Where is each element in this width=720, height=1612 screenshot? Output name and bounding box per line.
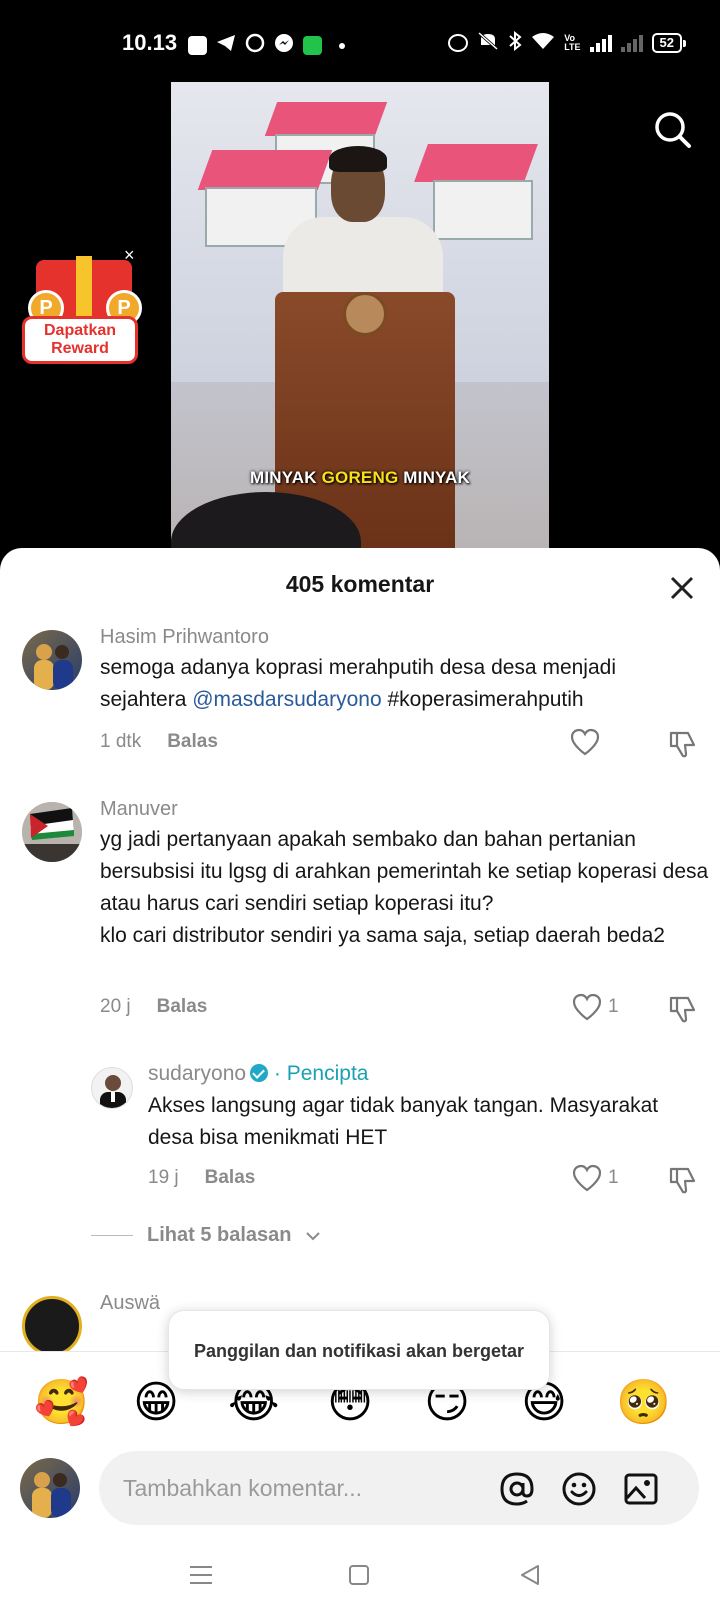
dislike-icon[interactable]	[668, 729, 698, 764]
comments-title: 405 komentar	[285, 571, 435, 597]
heart-icon	[572, 1164, 602, 1192]
comment-text: semoga adanya koprasi merahputih desa de…	[100, 656, 616, 711]
comment-username[interactable]: sudaryono · Pencipta	[148, 1062, 368, 1086]
comment-username[interactable]: Manuver	[100, 798, 178, 821]
reward-close-icon[interactable]: ×	[124, 246, 142, 264]
comment-time: 19 j	[148, 1167, 179, 1188]
wifi-icon	[531, 32, 555, 53]
comment-meta: 1 dtk Balas	[100, 731, 218, 753]
podium-emblem	[343, 292, 387, 336]
comment-input[interactable]	[123, 1451, 483, 1525]
whatsapp-business-icon	[245, 33, 265, 58]
mention-icon[interactable]	[499, 1471, 535, 1507]
reply-button[interactable]: Balas	[157, 996, 208, 1017]
image-attach-icon[interactable]	[623, 1471, 659, 1507]
bluetooth-icon	[508, 30, 522, 54]
comment-text: yg jadi pertanyaan apakah sembako dan ba…	[100, 828, 709, 947]
emoji-smiling-hearts[interactable]: 🥰	[34, 1378, 89, 1428]
close-icon[interactable]	[668, 574, 696, 602]
notification-icons	[188, 33, 345, 58]
comment-meta: 20 j Balas	[100, 996, 207, 1018]
view-more-replies-button[interactable]: Lihat 5 balasan	[91, 1224, 320, 1247]
vibration-toast: Panggilan dan notifikasi akan bergetar	[168, 1310, 550, 1390]
mention-link[interactable]: @masdarsudaryono	[192, 688, 381, 711]
gift-app-icon	[303, 36, 322, 55]
comment-time: 20 j	[100, 996, 131, 1017]
avatar[interactable]	[22, 630, 82, 690]
comment-username[interactable]: Auswä	[100, 1292, 160, 1315]
more-notifications-dot	[339, 42, 345, 49]
speaker-hair	[329, 146, 387, 172]
home-icon[interactable]	[344, 1560, 374, 1590]
like-button[interactable]: 1	[572, 1164, 619, 1192]
divider	[91, 1235, 133, 1236]
system-icons: Vo LTE 52	[448, 30, 687, 54]
avatar[interactable]	[22, 802, 82, 862]
like-button[interactable]	[570, 728, 606, 756]
status-bar: 10.13 Vo LTE 52	[0, 0, 720, 80]
signal-2-icon	[620, 34, 643, 52]
reply-button[interactable]: Balas	[205, 1167, 256, 1188]
heart-icon	[572, 993, 602, 1021]
messenger-icon	[274, 33, 294, 58]
verified-badge-icon	[250, 1064, 269, 1082]
alarm-icon	[448, 33, 469, 52]
dislike-icon[interactable]	[668, 994, 698, 1029]
chevron-down-icon	[305, 1231, 320, 1240]
avatar[interactable]	[91, 1067, 133, 1109]
reward-widget[interactable]: P P Dapatkan Reward ×	[14, 246, 142, 370]
comment-meta: 19 j Balas	[148, 1167, 255, 1189]
facebook-icon	[188, 36, 207, 55]
dislike-icon[interactable]	[668, 1165, 698, 1200]
video-caption: MINYAK GORENG MINYAK	[249, 468, 470, 487]
video-player[interactable]: MINYAK GORENG MINYAK	[171, 82, 549, 548]
comment-text: Akses langsung agar tidak banyak tangan.…	[148, 1094, 659, 1149]
mute-icon	[477, 31, 499, 54]
system-navigation-bar	[0, 1540, 720, 1612]
my-avatar	[20, 1458, 80, 1518]
comment-time: 1 dtk	[100, 731, 142, 752]
like-button[interactable]: 1	[572, 993, 619, 1021]
creator-badge: · Pencipta	[273, 1062, 369, 1085]
status-time: 10.13	[122, 30, 178, 55]
volte-icon: Vo LTE	[564, 32, 581, 52]
emoji-pleading[interactable]: 🥺	[616, 1378, 671, 1428]
reply-button[interactable]: Balas	[167, 731, 218, 752]
like-count: 1	[608, 996, 619, 1017]
avatar[interactable]	[22, 1296, 82, 1356]
menu-icon[interactable]	[186, 1560, 216, 1590]
reward-label: Dapatkan Reward	[22, 316, 138, 364]
telegram-icon	[216, 34, 236, 57]
emoji-picker-icon[interactable]	[561, 1471, 597, 1507]
search-icon[interactable]	[653, 110, 693, 150]
heart-icon	[570, 728, 600, 756]
like-count: 1	[608, 1167, 619, 1188]
back-icon[interactable]	[516, 1560, 546, 1590]
battery-indicator: 52	[651, 32, 687, 53]
comment-input-container	[99, 1451, 699, 1525]
signal-icon	[589, 34, 612, 52]
comment-username[interactable]: Hasim Prihwantoro	[100, 626, 269, 649]
